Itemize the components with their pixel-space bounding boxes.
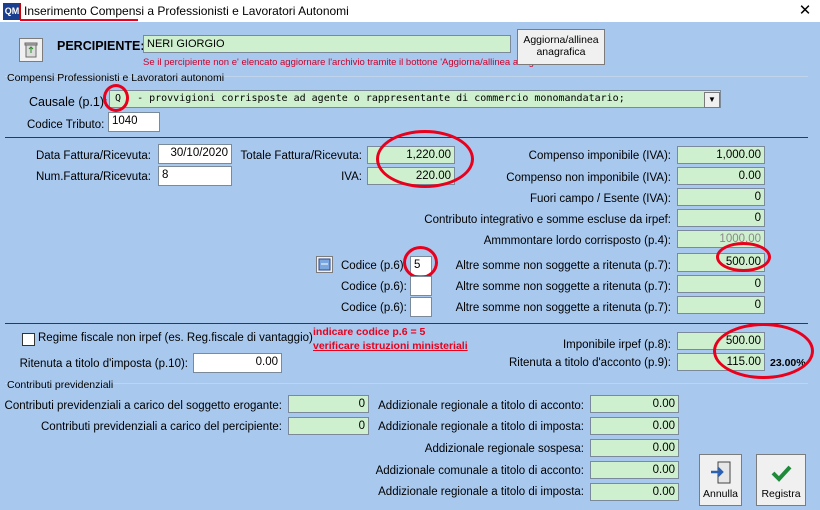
recycle-bin-icon — [24, 42, 38, 58]
lookup-icon — [318, 258, 331, 271]
divider-2 — [5, 323, 808, 324]
addizionale-reg-imposta2-label: Addizionale regionale a titolo di impost… — [378, 486, 584, 498]
close-icon[interactable]: ✕ — [795, 1, 815, 21]
causale-dropdown[interactable]: Q - provvigioni corrisposte ad agente o … — [109, 90, 721, 108]
contributi-percipiente-label: Contributi previdenziali a carico del pe… — [41, 421, 282, 433]
title-bar: QM Inserimento Compensi a Professionisti… — [0, 0, 820, 22]
percipiente-field[interactable]: NERI GIORGIO — [143, 35, 511, 53]
ammontare-lordo-label: Ammmontare lordo corrisposto (p.4): — [483, 235, 671, 247]
codice-p6-label-3: Codice (p.6): — [341, 302, 407, 314]
codice-p6-label-1: Codice (p.6): — [341, 260, 407, 272]
addizionale-reg-acconto-label: Addizionale regionale a titolo di accont… — [378, 400, 584, 412]
section-divider-contributi — [5, 383, 808, 384]
section-title-compensi: Compensi Professionisti e Lavoratori aut… — [7, 72, 225, 84]
codice-p6-label-2: Codice (p.6): — [341, 281, 407, 293]
num-fattura-label: Num.Fattura/Ricevuta: — [35, 171, 151, 183]
aggiorna-anagrafica-button[interactable]: Aggiorna/allinea anagrafica — [517, 29, 605, 65]
compenso-non-imponibile-field[interactable]: 0.00 — [677, 167, 765, 185]
codice-p6-field-3[interactable] — [410, 297, 432, 317]
form-body: PERCIPIENTE: NERI GIORGIO Se il percipie… — [0, 22, 820, 510]
contributo-integrativo-field[interactable]: 0 — [677, 209, 765, 227]
contributo-integrativo-label: Contributo integrativo e somme escluse d… — [424, 214, 671, 226]
contributi-erogante-label: Contributi previdenziali a carico del so… — [4, 400, 282, 412]
ritenuta-imposta-field[interactable]: 0.00 — [193, 353, 282, 373]
iva-label: IVA: — [341, 171, 362, 183]
aggiorna-button-line2: anagrafica — [536, 46, 586, 58]
addizionale-reg-imposta-field[interactable]: 0.00 — [590, 417, 679, 435]
registra-button[interactable]: Registra — [756, 454, 806, 506]
codice-p6-field-2[interactable] — [410, 276, 432, 296]
annulla-label: Annulla — [702, 488, 739, 500]
contributi-erogante-field[interactable]: 0 — [288, 395, 369, 413]
registra-label: Registra — [761, 488, 801, 500]
compenso-imponibile-field[interactable]: 1,000.00 — [677, 146, 765, 164]
recycle-button[interactable] — [19, 38, 43, 62]
data-fattura-field[interactable]: 30/10/2020 — [158, 144, 232, 164]
annotation-circle-imponibile-ritenuta — [713, 323, 814, 379]
section-title-contributi: Contributi previdenziali — [7, 379, 114, 391]
altre-somme-field-2[interactable]: 0 — [677, 275, 765, 293]
addizionale-reg-sospesa-label: Addizionale regionale sospesa: — [424, 443, 584, 455]
title-underline-annotation — [20, 19, 138, 21]
addizionale-com-acconto-field[interactable]: 0.00 — [590, 461, 679, 479]
contributi-percipiente-field[interactable]: 0 — [288, 417, 369, 435]
imponibile-irpef-label: Imponibile irpef (p.8): — [562, 339, 671, 351]
regime-checkbox-label: Regime fiscale non irpef (es. Reg.fiscal… — [38, 332, 313, 344]
percipiente-label: PERCIPIENTE: — [57, 39, 145, 53]
aggiorna-button-line1: Aggiorna/allinea — [523, 34, 599, 46]
addizionale-com-acconto-label: Addizionale comunale a titolo di acconto… — [375, 465, 584, 477]
annotation-circle-causale — [103, 84, 129, 112]
data-fattura-label: Data Fattura/Ricevuta: — [35, 150, 151, 162]
app-logo-icon: QM — [3, 3, 21, 20]
addizionale-reg-sospesa-field[interactable]: 0.00 — [590, 439, 679, 457]
altre-somme-field-3[interactable]: 0 — [677, 296, 765, 314]
percipiente-hint: Se il percipiente non e' elencato aggior… — [143, 57, 560, 68]
addizionale-reg-acconto-field[interactable]: 0.00 — [590, 395, 679, 413]
altre-somme-label-2: Altre somme non soggette a ritenuta (p.7… — [455, 281, 671, 293]
compenso-non-imponibile-label: Compenso non imponibile (IVA): — [506, 172, 671, 184]
annulla-button[interactable]: Annulla — [699, 454, 742, 506]
regime-note-line1: indicare codice p.6 = 5 — [313, 326, 426, 338]
causale-label: Causale (p.1): — [29, 95, 108, 109]
chevron-down-icon[interactable]: ▼ — [704, 92, 720, 108]
num-fattura-field[interactable]: 8 — [158, 166, 232, 186]
codice-lookup-button[interactable] — [316, 256, 333, 273]
regime-note-line2: verificare istruzioni ministeriali — [313, 340, 468, 352]
altre-somme-label-3: Altre somme non soggette a ritenuta (p.7… — [455, 302, 671, 314]
regime-checkbox[interactable] — [22, 333, 35, 346]
codice-tributo-label: Codice Tributo: — [27, 119, 105, 131]
ritenuta-acconto-label: Ritenuta a titolo d'acconto (p.9): — [508, 357, 671, 369]
exit-door-icon — [710, 461, 730, 484]
annotation-circle-codice — [403, 246, 438, 279]
altre-somme-label-1: Altre somme non soggette a ritenuta (p.7… — [455, 260, 671, 272]
annotation-circle-altre-somme — [716, 242, 771, 272]
compenso-imponibile-label: Compenso imponibile (IVA): — [528, 150, 671, 162]
totale-fattura-label: Totale Fattura/Ricevuta: — [240, 150, 362, 162]
codice-tributo-field[interactable]: 1040 — [108, 112, 160, 132]
annotation-circle-totale-iva — [376, 130, 474, 188]
addizionale-reg-imposta2-field[interactable]: 0.00 — [590, 483, 679, 501]
window-title: Inserimento Compensi a Professionisti e … — [24, 4, 349, 18]
fuori-campo-field[interactable]: 0 — [677, 188, 765, 206]
causale-text: - provvigioni corrisposte ad agente o ra… — [137, 93, 625, 104]
fuori-campo-label: Fuori campo / Esente (IVA): — [529, 193, 671, 205]
checkmark-icon — [771, 465, 792, 482]
addizionale-reg-imposta-label: Addizionale regionale a titolo di impost… — [378, 421, 584, 433]
ritenuta-imposta-label: Ritenuta a titolo d'imposta (p.10): — [19, 358, 188, 370]
